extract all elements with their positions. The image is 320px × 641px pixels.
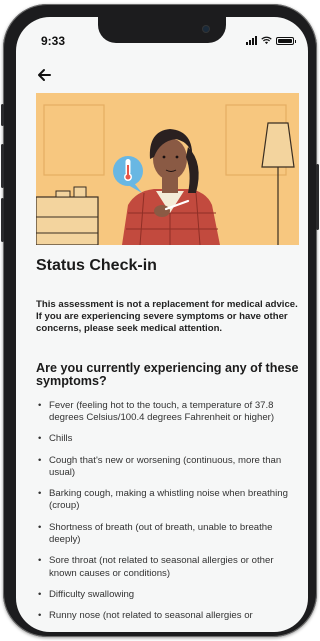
silent-switch [1, 104, 4, 126]
list-item: Cough that's new or worsening (continuou… [36, 455, 300, 480]
arrow-left-icon[interactable] [36, 67, 52, 83]
list-item: Shortness of breath (out of breath, unab… [36, 522, 300, 547]
wifi-icon [261, 36, 272, 45]
content: Status Check-in This assessment is not a… [36, 249, 300, 631]
camera [202, 25, 210, 33]
list-item: Fever (feeling hot to the touch, a tempe… [36, 400, 300, 425]
volume-up-button [1, 144, 4, 188]
status-icons [246, 36, 296, 45]
list-item: Runny nose (not related to seasonal alle… [36, 610, 300, 623]
battery-icon [276, 36, 296, 45]
power-button [316, 164, 319, 230]
volume-down-button [1, 198, 4, 242]
list-item: Sore throat (not related to seasonal all… [36, 555, 300, 580]
phone-frame: 9:33 Status Check-in This assessment is … [1, 4, 319, 637]
screen: 9:33 Status Check-in This assessment is … [16, 17, 308, 632]
signal-icon [246, 36, 257, 45]
list-item: Difficulty swallowing [36, 589, 300, 602]
list-item: Chills [36, 433, 300, 446]
list-item: Barking cough, making a whistling noise … [36, 488, 300, 513]
disclaimer-text: This assessment is not a replacement for… [36, 299, 298, 335]
notch [98, 17, 226, 43]
symptom-list: Fever (feeling hot to the touch, a tempe… [36, 400, 300, 623]
page-title: Status Check-in [36, 257, 157, 274]
hero-illustration [36, 93, 299, 245]
person-checking-temperature-illustration [36, 93, 299, 245]
status-time: 9:33 [41, 34, 66, 48]
symptoms-question: Are you currently experiencing any of th… [36, 360, 299, 388]
